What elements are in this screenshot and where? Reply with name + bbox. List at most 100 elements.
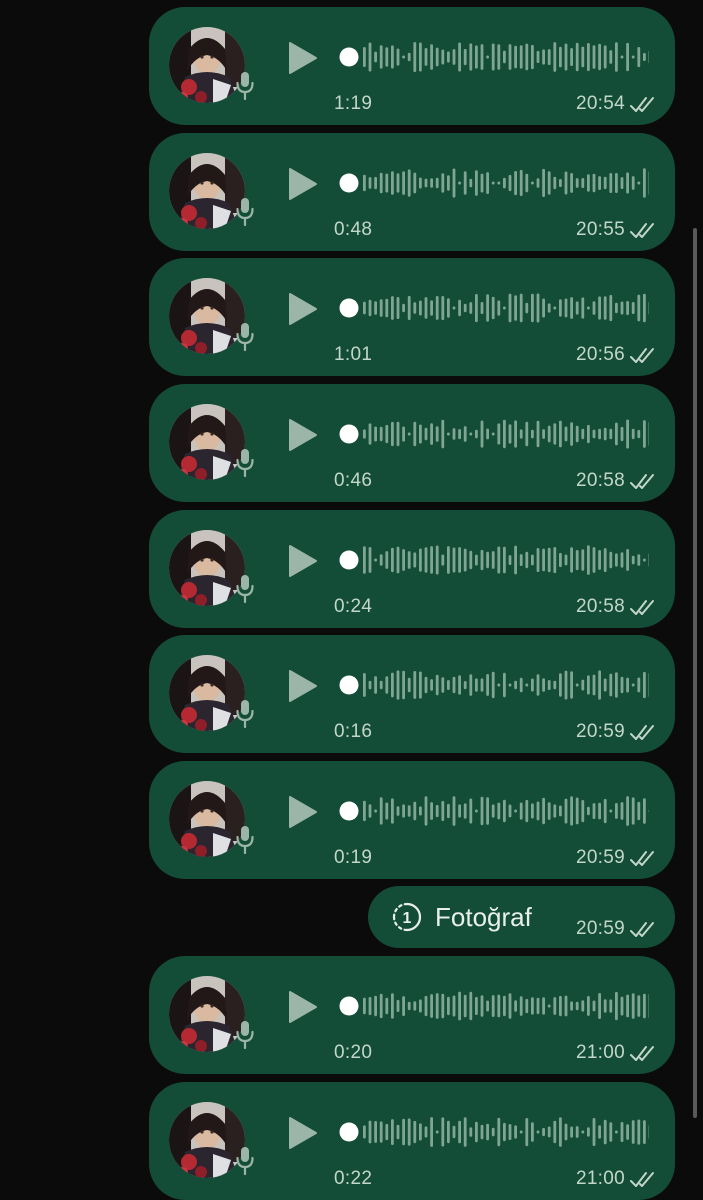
waveform-bar (570, 671, 573, 699)
waveform-bar (430, 546, 433, 574)
waveform-bar (475, 170, 478, 196)
waveform-bar (637, 554, 641, 566)
voice-duration: 0:16 (334, 721, 373, 742)
waveform-bar (435, 296, 439, 320)
playback-position-dot[interactable] (339, 1122, 359, 1142)
message-time: 20:58 (575, 596, 625, 617)
play-icon[interactable] (287, 795, 319, 829)
waveform-bar (598, 428, 601, 440)
play-icon[interactable] (287, 418, 319, 452)
play-icon[interactable] (287, 41, 319, 75)
voice-message[interactable]: 0:20 21:00 (149, 956, 675, 1074)
audio-waveform[interactable] (339, 540, 649, 580)
scrollbar[interactable] (693, 228, 697, 1118)
message-time: 20:59 (575, 721, 625, 742)
waveform-bar (430, 44, 433, 70)
view-once-icon: 1 (392, 902, 422, 932)
waveform-bar (385, 676, 389, 694)
playback-position-dot[interactable] (339, 801, 359, 821)
waveform-bar (598, 176, 601, 190)
play-icon[interactable] (287, 990, 319, 1024)
waveform-bar (553, 176, 557, 190)
waveform-bar (368, 680, 372, 690)
waveform-bar (458, 991, 461, 1021)
voice-message[interactable]: 0:48 20:55 (149, 133, 675, 251)
audio-waveform[interactable] (339, 986, 649, 1026)
audio-waveform[interactable] (339, 1112, 649, 1152)
voice-message[interactable]: 0:24 20:58 (149, 510, 675, 628)
waveform-bar (514, 1125, 517, 1139)
playback-position-dot[interactable] (339, 996, 359, 1016)
waveform-bar (587, 996, 590, 1016)
voice-message[interactable]: 1:19 20:54 (149, 7, 675, 125)
waveform-bar (570, 796, 573, 826)
waveform-bar (542, 1127, 545, 1137)
voice-message[interactable]: 0:22 21:00 (149, 1082, 675, 1200)
audio-waveform[interactable] (339, 665, 649, 705)
audio-waveform[interactable] (339, 414, 649, 454)
play-icon[interactable] (287, 544, 319, 578)
waveform-bar (363, 301, 366, 315)
waveform-bar (486, 1000, 489, 1012)
voice-duration: 0:20 (334, 1042, 373, 1063)
waveform-bar (419, 548, 422, 572)
play-icon[interactable] (287, 167, 319, 201)
playback-position-dot[interactable] (339, 47, 359, 67)
waveform-bar (391, 798, 394, 824)
playback-position-dot[interactable] (339, 675, 359, 695)
waveform-bar (547, 802, 551, 820)
waveform-bar (396, 546, 400, 574)
waveform-bar (575, 425, 579, 443)
waveform-bar (441, 49, 445, 65)
microphone-icon (235, 196, 255, 228)
waveform-bar (452, 995, 456, 1017)
waveform-bar (581, 1000, 585, 1012)
photo-label: Fotoğraf (435, 902, 532, 932)
waveform-bar (497, 1117, 501, 1147)
waveform-bar (587, 675, 590, 695)
playback-position-dot[interactable] (339, 424, 359, 444)
waveform-bar (419, 1123, 422, 1141)
audio-waveform[interactable] (339, 37, 649, 77)
message-time: 20:59 (575, 918, 625, 939)
waveform-bar (486, 55, 489, 59)
waveform-bar (631, 993, 635, 1019)
voice-message[interactable]: 0:19 20:59 (149, 761, 675, 879)
waveform-bar (587, 1127, 590, 1137)
play-icon[interactable] (287, 1116, 319, 1150)
waveform-bar (379, 554, 383, 566)
waveform-bar (542, 298, 545, 318)
voice-duration: 0:19 (334, 847, 373, 868)
waveform-bar (435, 1130, 439, 1134)
playback-position-dot[interactable] (339, 298, 359, 318)
waveform-bar (424, 547, 428, 573)
playback-position-dot[interactable] (339, 550, 359, 570)
waveform-bar (542, 49, 545, 65)
waveform-bar (452, 676, 456, 694)
waveform-bar (570, 173, 573, 193)
voice-message[interactable]: 0:16 20:59 (149, 635, 675, 753)
photo-message[interactable]: 1 Fotoğraf 20:59 (368, 886, 675, 948)
voice-message[interactable]: 1:01 20:56 (149, 258, 675, 376)
waveform-bar (553, 547, 557, 574)
waveform-bar (491, 1127, 495, 1137)
voice-message[interactable]: 0:46 20:58 (149, 384, 675, 502)
waveform-bar (542, 678, 545, 692)
waveform-bar (447, 175, 450, 191)
play-icon[interactable] (287, 292, 319, 326)
waveform-bar (547, 680, 551, 690)
audio-waveform[interactable] (339, 163, 649, 203)
waveform-bar (419, 300, 422, 316)
waveform-bar (435, 47, 439, 67)
waveform-bar (396, 421, 400, 447)
audio-waveform[interactable] (339, 791, 649, 831)
play-icon[interactable] (287, 669, 319, 703)
waveform-bar (447, 680, 450, 690)
waveform-bar (637, 47, 641, 68)
waveform-bar (374, 1121, 377, 1143)
waveform-bar (525, 421, 529, 447)
playback-position-dot[interactable] (339, 173, 359, 193)
audio-waveform[interactable] (339, 288, 649, 328)
waveform-bar (620, 1122, 624, 1142)
waveform-bar (396, 670, 400, 700)
